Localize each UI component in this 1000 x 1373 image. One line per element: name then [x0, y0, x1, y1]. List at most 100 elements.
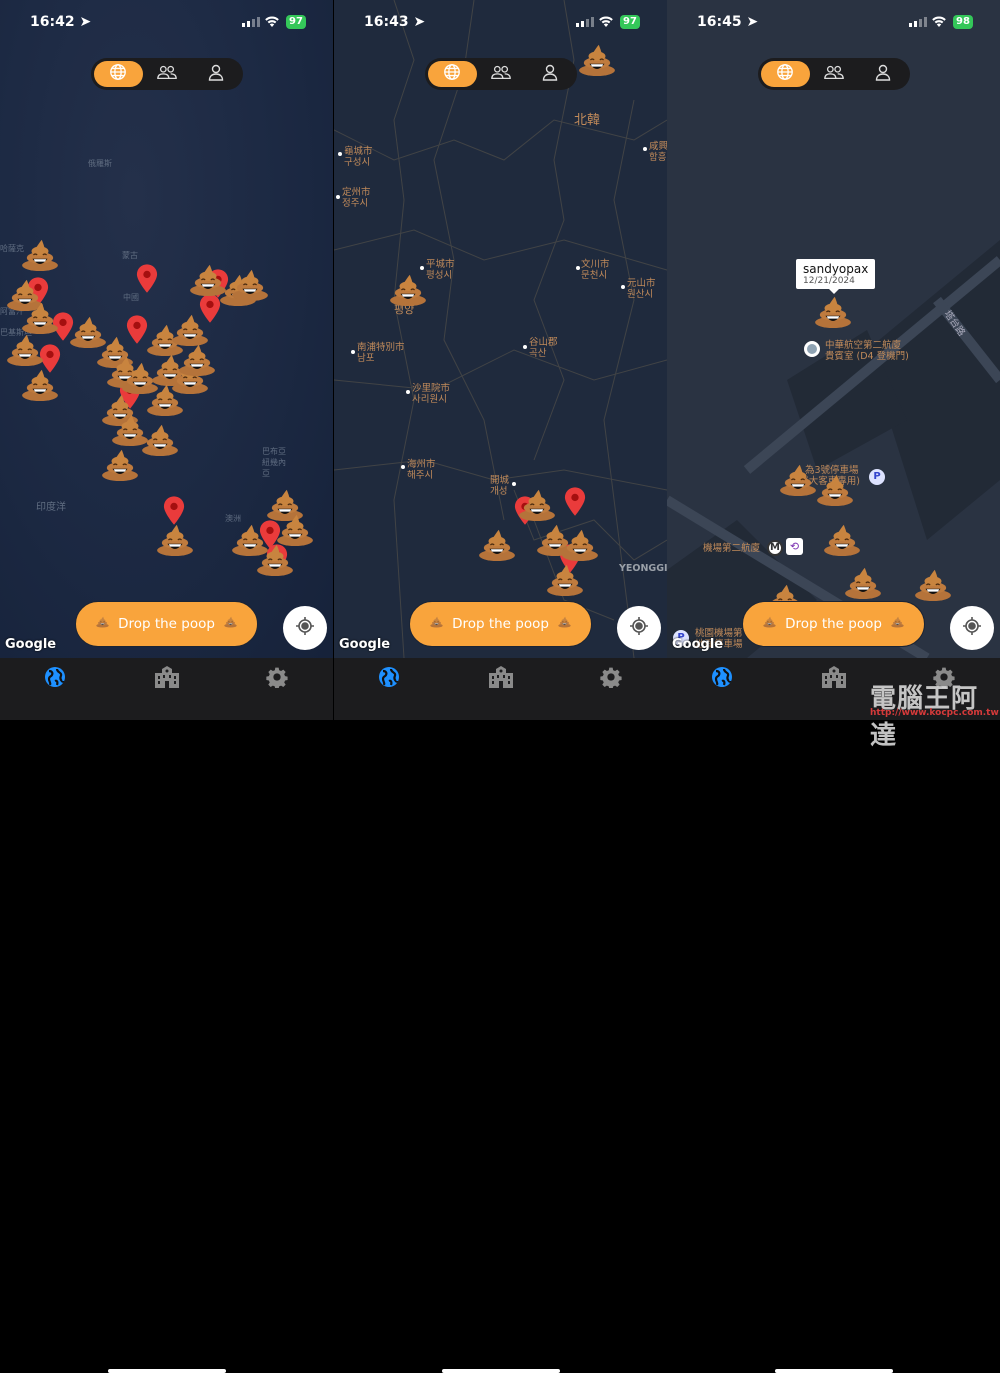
- segment-friends[interactable]: [143, 61, 192, 87]
- poop-marker[interactable]: [389, 274, 427, 306]
- place-label[interactable]: 機場第二航廈: [703, 543, 760, 554]
- home-indicator: [775, 1369, 893, 1373]
- poop-marker[interactable]: [779, 464, 817, 496]
- segment-friends[interactable]: [810, 61, 859, 87]
- map-label: 俄羅斯: [88, 159, 112, 168]
- tooltip-user: sandyopax: [803, 262, 869, 276]
- poop-marker[interactable]: [6, 334, 44, 366]
- scope-segmented-control[interactable]: [91, 58, 243, 90]
- map-label: 澳洲: [225, 514, 241, 523]
- transit-icon[interactable]: ⟲: [786, 538, 803, 555]
- map-view[interactable]: 塔台路 中華航空第二航廈貴賓室 (D4 登機門) 為3號停車場(大客車專用) P…: [667, 0, 1000, 658]
- place-label[interactable]: 中華航空第二航廈 貴賓室 (D4 登機門): [825, 340, 909, 362]
- segment-global[interactable]: [94, 61, 143, 87]
- poop-marker[interactable]: [518, 489, 556, 521]
- globe-icon: [776, 63, 794, 85]
- home-indicator: [442, 1369, 560, 1373]
- metro-badge[interactable]: M: [767, 540, 783, 556]
- poop-marker[interactable]: [101, 449, 139, 481]
- map-view[interactable]: 俄羅斯 蒙古 中國 哈薩克 阿富汗 巴基斯坦 印度 印度洋 巴布亞紐幾內亞 澳洲: [0, 0, 333, 658]
- place-label[interactable]: 桃園機場第 地面停車場: [695, 628, 743, 650]
- map-label: 南浦特別市 남포: [357, 342, 405, 364]
- map-label: YEONGGI-D: [619, 563, 667, 574]
- friends-icon: [490, 64, 512, 84]
- map-label: 平城市 평성시: [426, 259, 455, 281]
- map-label: 海州市 해주시: [407, 459, 436, 481]
- drop-poop-button[interactable]: Drop the poop: [409, 601, 592, 647]
- poop-marker[interactable]: [578, 44, 616, 76]
- scope-segmented-control[interactable]: [758, 58, 910, 90]
- my-location-button[interactable]: [617, 606, 661, 650]
- segment-friends[interactable]: [477, 61, 526, 87]
- poop-icon: [891, 616, 904, 632]
- drop-poop-label: Drop the poop: [452, 616, 549, 632]
- parking-badge[interactable]: P: [673, 630, 689, 646]
- segment-me[interactable]: [191, 61, 240, 87]
- poop-icon: [430, 616, 443, 632]
- globe-icon: [109, 63, 127, 85]
- drop-poop-label: Drop the poop: [785, 616, 882, 632]
- parking-badge[interactable]: P: [869, 469, 885, 485]
- poop-marker[interactable]: [914, 569, 952, 601]
- segment-me[interactable]: [525, 61, 574, 87]
- home-indicator: [108, 1369, 226, 1373]
- poop-marker[interactable]: [21, 239, 59, 271]
- map-label: 元山市 원산시: [627, 278, 656, 300]
- segment-me[interactable]: [858, 61, 907, 87]
- map-view[interactable]: 北韓 龜城市 구성시 定州市 정주시 咸興 함흥 平城市 평성시 文川市 문천시 元山市 원…: [334, 0, 667, 658]
- person-icon: [875, 64, 891, 85]
- map-label: 沙里院市 사리원시: [412, 383, 451, 405]
- crosshair-icon: [962, 616, 982, 640]
- poop-marker[interactable]: [21, 369, 59, 401]
- map-pin-icon[interactable]: [136, 264, 158, 294]
- poop-marker[interactable]: [171, 314, 209, 346]
- person-icon: [542, 64, 558, 85]
- place-pin-icon[interactable]: [804, 341, 820, 357]
- globe-icon: [443, 63, 461, 85]
- map-label: 蒙古: [122, 251, 138, 260]
- marker-tooltip: sandyopax 12/21/2024: [796, 259, 876, 294]
- drop-poop-button[interactable]: Drop the poop: [742, 601, 925, 647]
- crosshair-icon: [295, 616, 315, 640]
- map-label: 文川市 문천시: [581, 259, 610, 281]
- poop-marker[interactable]: [816, 474, 854, 506]
- my-location-button[interactable]: [283, 606, 327, 650]
- poop-icon: [96, 616, 109, 632]
- poop-marker[interactable]: [21, 302, 59, 334]
- poop-marker[interactable]: [141, 424, 179, 456]
- poop-marker[interactable]: [823, 524, 861, 556]
- map-pin-icon[interactable]: [163, 496, 185, 526]
- map-label: 開城 개성: [490, 475, 510, 497]
- poop-marker[interactable]: [156, 524, 194, 556]
- poop-marker[interactable]: [814, 296, 852, 328]
- map-label: 定州市 정주시: [342, 187, 371, 209]
- scope-segmented-control[interactable]: [425, 58, 577, 90]
- map-label: 咸興 함흥: [649, 141, 667, 163]
- poop-marker[interactable]: [146, 384, 184, 416]
- poop-marker[interactable]: [561, 529, 599, 561]
- friends-icon: [156, 64, 178, 84]
- poop-marker[interactable]: [256, 544, 294, 576]
- poop-marker[interactable]: [546, 564, 584, 596]
- poop-icon: [224, 616, 237, 632]
- map-label: 印度洋: [36, 502, 66, 513]
- segment-global[interactable]: [428, 61, 477, 87]
- map-streets: [667, 240, 1000, 658]
- poop-marker[interactable]: [478, 529, 516, 561]
- poop-icon: [558, 616, 571, 632]
- map-label: 龜城市 구성시: [344, 146, 373, 168]
- map-pin-icon[interactable]: [564, 487, 586, 517]
- poop-marker[interactable]: [178, 344, 216, 376]
- map-label: 巴布亞紐幾內亞: [262, 447, 286, 478]
- poop-marker[interactable]: [231, 269, 269, 301]
- watermark-url: http://www.kocpc.com.tw: [870, 708, 999, 718]
- map-label-country: 北韓: [574, 113, 601, 128]
- poop-marker[interactable]: [844, 567, 882, 599]
- poop-marker[interactable]: [276, 514, 314, 546]
- person-icon: [208, 64, 224, 85]
- drop-poop-button[interactable]: Drop the poop: [75, 601, 258, 647]
- drop-poop-label: Drop the poop: [118, 616, 215, 632]
- segment-global[interactable]: [761, 61, 810, 87]
- tooltip-date: 12/21/2024: [803, 276, 855, 286]
- my-location-button[interactable]: [950, 606, 994, 650]
